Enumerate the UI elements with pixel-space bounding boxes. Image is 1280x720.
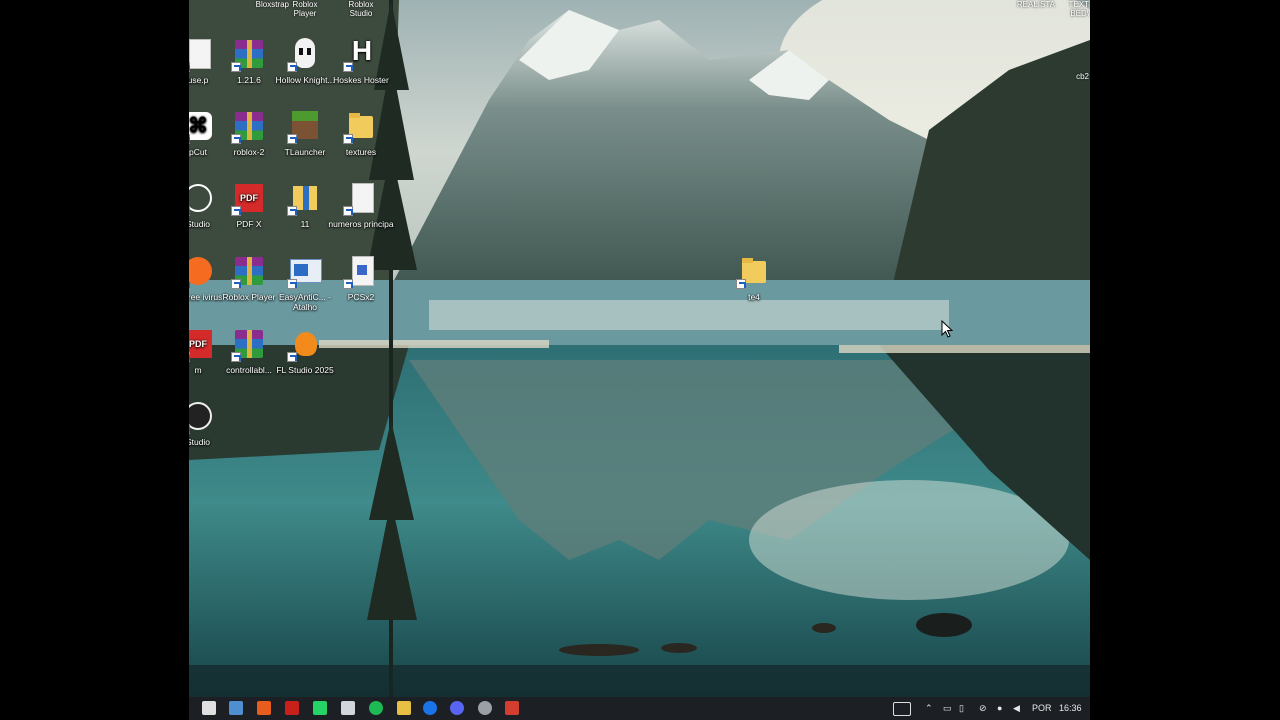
shortcut-arrow-icon xyxy=(736,279,746,289)
rar-icon xyxy=(231,253,267,289)
label-cb2[interactable]: cb2 xyxy=(1059,72,1089,81)
app-red-icon[interactable] xyxy=(285,701,299,715)
shortcut-arrow-icon xyxy=(287,206,297,216)
folder-icon xyxy=(736,253,772,289)
spotify-icon[interactable] xyxy=(369,701,383,715)
window-icon xyxy=(287,253,323,289)
desktop-icon-h[interactable]: H Hoskes Hoster xyxy=(328,36,394,86)
folder-icon xyxy=(343,108,379,144)
start-icon[interactable] xyxy=(202,701,216,715)
doc-icon xyxy=(189,36,216,72)
speaker-icon[interactable]: ◀ xyxy=(1013,701,1020,715)
shortcut-arrow-icon xyxy=(189,206,190,216)
shortcut-arrow-icon xyxy=(189,134,190,144)
desktop-icon-pcsx[interactable]: PCSx2 xyxy=(328,253,394,302)
app-window-icon[interactable] xyxy=(341,701,355,715)
news-widget-icon[interactable] xyxy=(893,702,911,716)
shortcut-arrow-icon xyxy=(231,279,241,289)
steam-icon[interactable] xyxy=(229,701,243,715)
top-label-roblox-player[interactable]: Roblox Player xyxy=(285,0,325,18)
obs-icon xyxy=(189,398,216,434)
desktop[interactable]: Bloxstrap Roblox Player Roblox Studio RE… xyxy=(189,0,1090,697)
clock[interactable]: 16:36 xyxy=(1059,701,1082,715)
shortcut-arrow-icon xyxy=(189,62,190,72)
desktop-icon-label: Studio xyxy=(189,437,211,447)
pdf-icon: PDF xyxy=(231,180,267,216)
desktop-icon-fl[interactable]: FL Studio 2025 xyxy=(272,326,338,375)
taskbar: ⌃ ▭ ▯ ⊘ ● ◀ POR 16:36 xyxy=(189,697,1090,720)
mc-icon xyxy=(287,108,323,144)
shortcut-arrow-icon xyxy=(343,62,353,72)
rar-icon xyxy=(231,108,267,144)
shortcut-arrow-icon xyxy=(287,134,297,144)
app-active-icon[interactable] xyxy=(505,701,519,715)
hollow-icon xyxy=(287,36,323,72)
desktop-icon-folder[interactable]: te4 xyxy=(721,253,787,302)
shortcut-arrow-icon xyxy=(189,352,190,362)
shortcut-arrow-icon xyxy=(231,134,241,144)
desktop-icon-label: PCSx2 xyxy=(347,292,375,302)
shortcut-arrow-icon xyxy=(231,206,241,216)
desktop-icon-label: te4 xyxy=(748,292,760,302)
label-realista[interactable]: REALISTA xyxy=(1009,0,1055,9)
desktop-icon-label: textures xyxy=(345,147,377,157)
shortcut-arrow-icon xyxy=(343,206,353,216)
desktop-icon-label: FL Studio 2025 xyxy=(276,365,334,375)
letterbox-right xyxy=(1090,0,1280,720)
shortcut-arrow-icon xyxy=(287,62,297,72)
shortcut-arrow-icon xyxy=(189,279,190,289)
whatsapp-icon[interactable] xyxy=(313,701,327,715)
desktop-icon-obs[interactable]: Studio xyxy=(189,398,231,447)
top-label-roblox-studio[interactable]: Roblox Studio xyxy=(339,0,383,18)
pcsx-icon xyxy=(343,253,379,289)
folderblue-icon xyxy=(287,180,323,216)
shortcut-arrow-icon xyxy=(231,62,241,72)
desktop-icon-folder[interactable]: textures xyxy=(328,108,394,157)
shortcut-arrow-icon xyxy=(343,134,353,144)
shortcut-arrow-icon xyxy=(287,279,297,289)
language-indicator[interactable]: POR xyxy=(1032,701,1052,715)
shortcut-arrow-icon xyxy=(231,352,241,362)
chrome-icon[interactable] xyxy=(423,701,437,715)
wifi-off-icon[interactable]: ⊘ xyxy=(979,701,987,715)
letterbox-left xyxy=(0,0,189,720)
rar-icon xyxy=(231,326,267,362)
capcut-icon: ⌘ xyxy=(189,108,216,144)
app-orange-icon[interactable] xyxy=(257,701,271,715)
desktop-icon-doc[interactable]: numeros principa xyxy=(328,180,394,229)
desktop-icon-label: Hoskes Hoster xyxy=(333,75,389,85)
file-explorer-icon[interactable] xyxy=(397,701,411,715)
discord-icon[interactable] xyxy=(450,701,464,715)
desktop-icon-label: numeros principa xyxy=(328,219,394,229)
h-icon: H xyxy=(343,36,379,72)
microphone-icon[interactable]: ● xyxy=(997,701,1002,715)
avast-icon xyxy=(189,253,216,289)
mouse-cursor-icon xyxy=(941,320,953,338)
shortcut-arrow-icon xyxy=(189,424,190,434)
label-text-bed[interactable]: TEXT BED\ xyxy=(1057,0,1089,18)
studio-icon xyxy=(189,180,216,216)
rar-icon xyxy=(231,36,267,72)
pdf-icon: PDF xyxy=(189,326,216,362)
app-circle-icon[interactable] xyxy=(478,701,492,715)
fl-icon xyxy=(287,326,323,362)
chevron-up-icon[interactable]: ⌃ xyxy=(925,701,933,715)
network-icon[interactable]: ▭ xyxy=(943,701,952,715)
display-icon[interactable]: ▯ xyxy=(959,701,964,715)
shortcut-arrow-icon xyxy=(343,279,353,289)
top-label-bloxstrap[interactable]: Bloxstrap xyxy=(249,0,289,9)
doc-icon xyxy=(343,180,379,216)
shortcut-arrow-icon xyxy=(287,352,297,362)
